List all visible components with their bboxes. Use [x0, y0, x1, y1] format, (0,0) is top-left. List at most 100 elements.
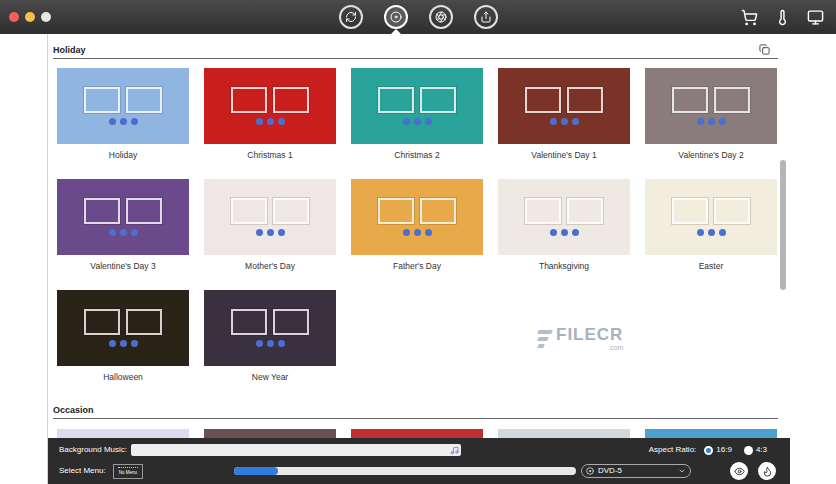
template-label: Valentine's Day 3: [90, 260, 155, 272]
minimize-button[interactable]: [25, 12, 35, 22]
scrollbar-thumb[interactable]: [780, 160, 786, 290]
template-card[interactable]: [57, 429, 189, 438]
template-label: Christmas 2: [394, 149, 439, 161]
menu-dot: [256, 118, 263, 125]
aspect-ratio-option[interactable]: 16:9: [704, 444, 732, 456]
cart-icon[interactable]: [741, 9, 758, 26]
template-label: Mother's Day: [245, 260, 295, 272]
flame-icon: [762, 466, 773, 477]
disc-type-dropdown[interactable]: DVD-5: [581, 464, 691, 478]
menu-dot: [719, 229, 726, 236]
photo-frame: [672, 198, 708, 224]
menu-dot: [708, 118, 715, 125]
bottom-bar: Background Music:Aspect Ratio:16:94:3Sel…: [48, 438, 790, 484]
aspect-ratio-option[interactable]: 4:3: [744, 444, 767, 456]
screen-icon[interactable]: [807, 9, 824, 26]
template-card[interactable]: Holiday: [57, 68, 189, 161]
photo-frame: [84, 309, 120, 335]
template-card[interactable]: [351, 429, 483, 438]
left-gutter: [0, 34, 47, 484]
toolbar-tab[interactable]: [429, 0, 453, 34]
template-card[interactable]: Valentine's Day 3: [57, 179, 189, 272]
template-card[interactable]: Valentine's Day 2: [645, 68, 777, 161]
right-gutter: [790, 34, 836, 484]
menu-dot: [267, 340, 274, 347]
toolbar-tab[interactable]: [384, 0, 408, 34]
template-card[interactable]: [204, 429, 336, 438]
template-grid: [48, 429, 780, 438]
toolbox-icon: [435, 11, 447, 23]
menu-dot: [278, 229, 285, 236]
template-thumbnail: [498, 179, 630, 255]
menu-dot: [550, 118, 557, 125]
menu-dot: [719, 118, 726, 125]
template-card[interactable]: Mother's Day: [204, 179, 336, 272]
collapse-icon[interactable]: [759, 44, 770, 55]
template-card[interactable]: Easter: [645, 179, 777, 272]
template-card[interactable]: Valentine's Day 1: [498, 68, 630, 161]
template-card[interactable]: [498, 429, 630, 438]
photo-frame: [273, 198, 309, 224]
section-header: Holiday: [53, 44, 778, 59]
template-label: Christmas 1: [247, 149, 292, 161]
template-thumbnail: [645, 179, 777, 255]
template-label: Halloween: [103, 371, 143, 383]
template-card[interactable]: Father's Day: [351, 179, 483, 272]
music-icon[interactable]: [450, 446, 459, 455]
menu-dot: [131, 340, 138, 347]
menu-dot: [267, 229, 274, 236]
photo-frame: [378, 198, 414, 224]
aspect-ratio-label: Aspect Ratio:: [649, 444, 697, 456]
toolbar: [0, 0, 836, 34]
menu-dot: [572, 118, 579, 125]
template-card[interactable]: [645, 429, 777, 438]
template-thumbnail: [645, 429, 777, 438]
close-button[interactable]: [9, 12, 19, 22]
template-thumbnail: [57, 290, 189, 366]
template-thumbnail: [57, 429, 189, 438]
menu-dot: [256, 229, 263, 236]
preview-button[interactable]: [730, 462, 748, 480]
template-label: Holiday: [109, 149, 137, 161]
template-thumbnail: [57, 68, 189, 144]
menu-dot: [708, 229, 715, 236]
menu-dot: [561, 229, 568, 236]
burn-button[interactable]: [758, 462, 776, 480]
scrollbar[interactable]: [780, 34, 790, 438]
template-browser: Holiday Holiday Christmas 1 Christmas 2 Vale…: [48, 34, 790, 438]
temperature-icon[interactable]: [774, 9, 791, 26]
photo-frame: [525, 198, 561, 224]
template-label: Valentine's Day 1: [531, 149, 596, 161]
photo-frame: [126, 87, 162, 113]
menu-thumbnail[interactable]: No Menu: [113, 464, 143, 479]
photo-frame: [420, 198, 456, 224]
background-music-field[interactable]: [131, 444, 461, 456]
template-card[interactable]: Christmas 2: [351, 68, 483, 161]
menu-dot: [697, 118, 704, 125]
photo-frame: [273, 87, 309, 113]
menu-dot: [120, 340, 127, 347]
photo-frame: [567, 87, 603, 113]
menu-dot: [278, 118, 285, 125]
menu-dot: [403, 229, 410, 236]
menu-dot: [425, 118, 432, 125]
background-music-label: Background Music:: [59, 444, 131, 456]
template-card[interactable]: Halloween: [57, 290, 189, 383]
toolbar-tab[interactable]: [474, 0, 498, 34]
photo-frame: [714, 198, 750, 224]
toolbar-tab[interactable]: [339, 0, 363, 34]
template-card[interactable]: New Year: [204, 290, 336, 383]
chevron-icon: [678, 467, 686, 475]
selected-indicator: [391, 29, 401, 34]
template-card[interactable]: Thanksgiving: [498, 179, 630, 272]
template-thumbnail: [204, 290, 336, 366]
template-label: Thanksgiving: [539, 260, 589, 272]
menu-dot: [131, 229, 138, 236]
zoom-button[interactable]: [41, 12, 51, 22]
menu-dot: [414, 118, 421, 125]
section-title: Holiday: [53, 44, 86, 56]
template-card[interactable]: Christmas 1: [204, 68, 336, 161]
photo-frame: [231, 87, 267, 113]
menu-dot: [120, 229, 127, 236]
template-label: Easter: [699, 260, 724, 272]
